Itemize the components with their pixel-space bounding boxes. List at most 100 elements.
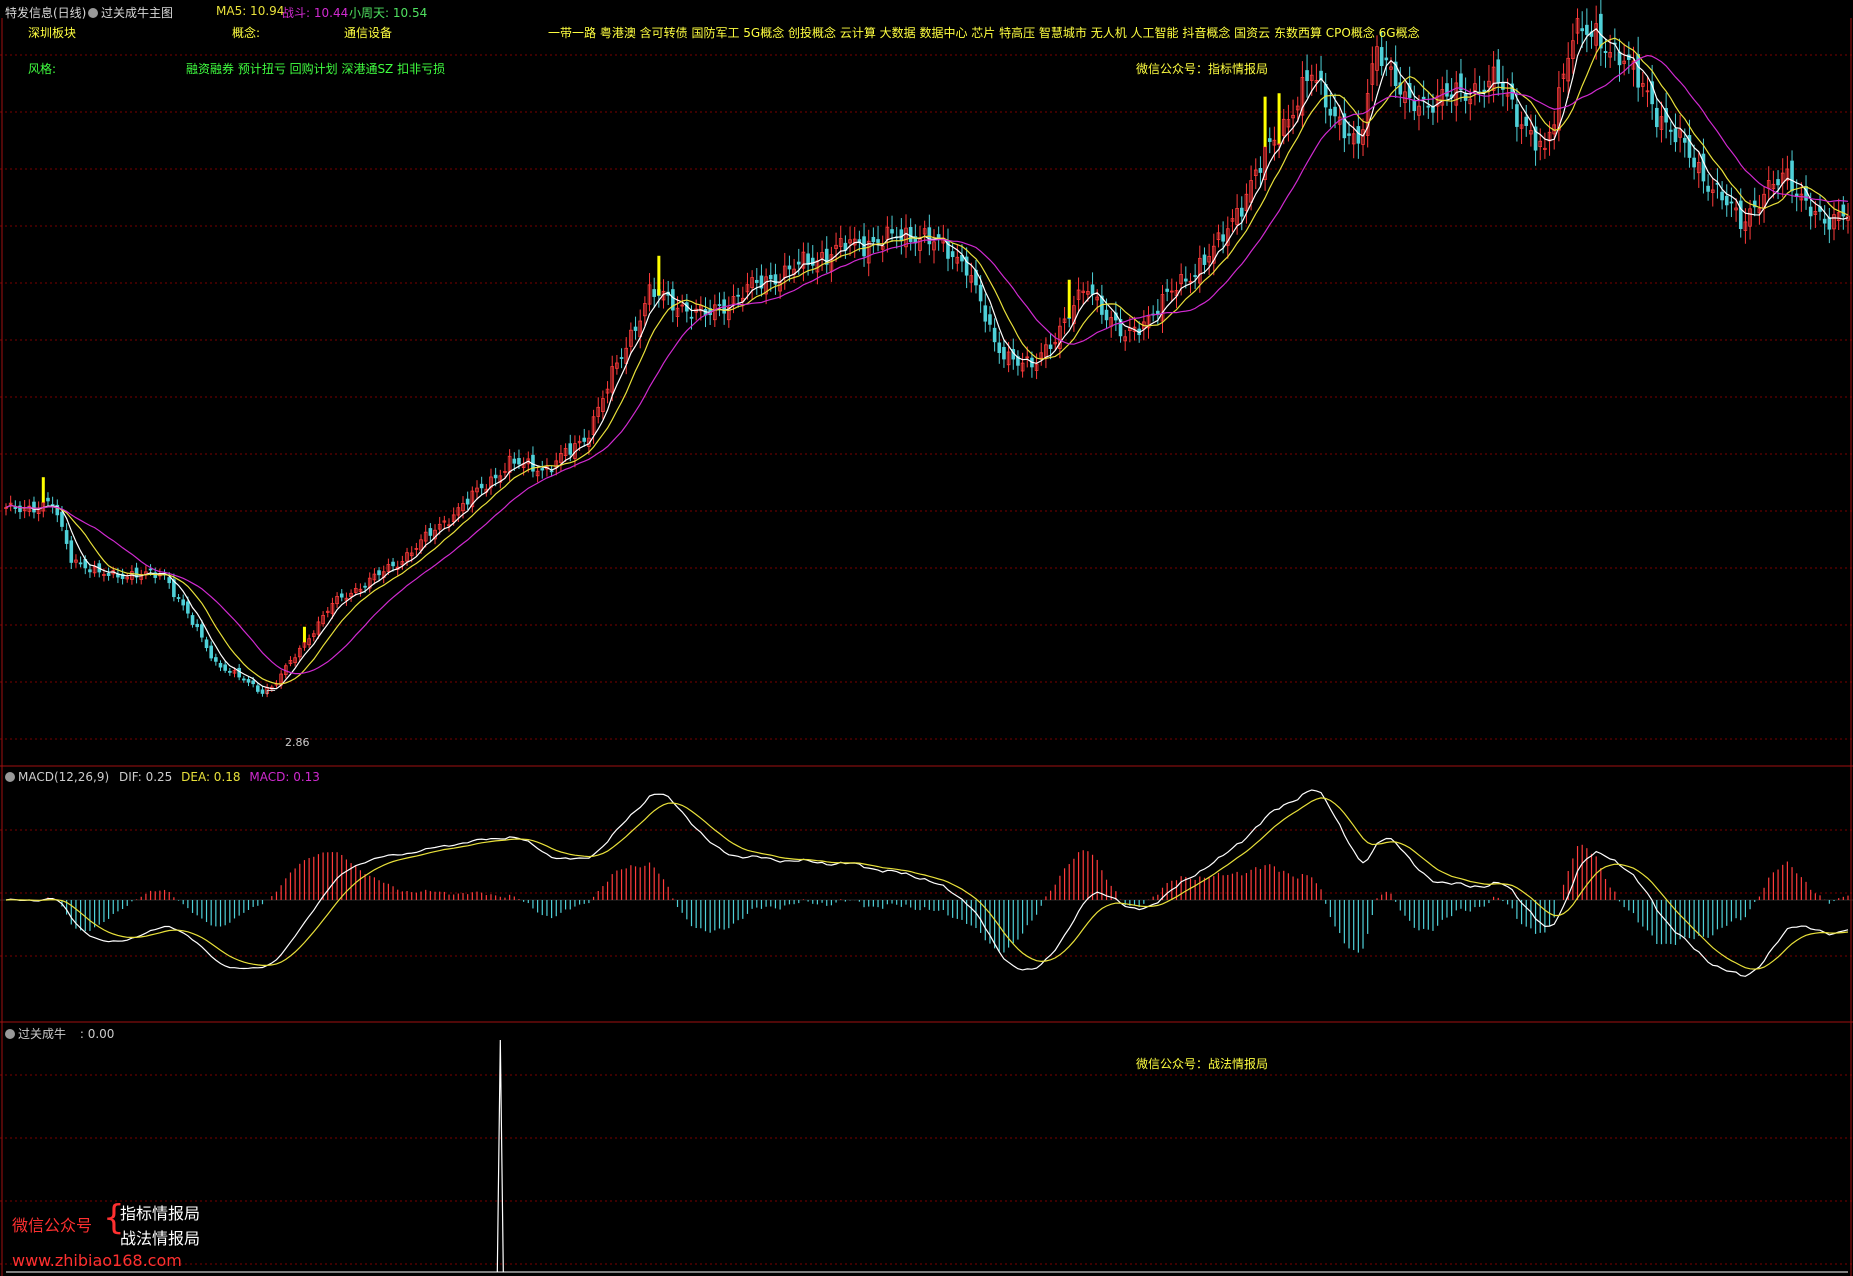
candle	[1841, 204, 1846, 217]
candle	[1776, 179, 1780, 186]
ggcn-spike	[496, 1039, 504, 1273]
candle	[1048, 344, 1053, 349]
candle	[214, 657, 218, 662]
macd-header[interactable]: MACD(12,26,9) DIF: 0.25 DEA: 0.18 MACD: …	[5, 770, 320, 784]
candle	[167, 577, 172, 584]
ggcn-header[interactable]: 过关成牛 : 0.00	[5, 1025, 114, 1042]
wechat-main: 微信公众号：指标情报局	[1136, 62, 1269, 76]
macd-panel[interactable]	[0, 789, 1853, 977]
signal-bar	[41, 477, 45, 503]
candle	[428, 528, 433, 536]
candle	[1706, 185, 1710, 192]
candle	[862, 236, 866, 257]
candle	[1827, 217, 1832, 230]
candle	[540, 468, 545, 471]
candle	[1384, 57, 1389, 61]
candle	[1738, 200, 1743, 230]
candle	[978, 284, 983, 302]
dea-line	[5, 797, 1849, 970]
candle	[1421, 96, 1426, 100]
candle	[200, 624, 204, 638]
candle	[1258, 168, 1263, 173]
candle	[549, 470, 554, 473]
style-key: 风格:	[28, 62, 57, 76]
candle	[339, 593, 344, 598]
candle	[950, 251, 955, 258]
candle	[1720, 191, 1724, 201]
ma20-line	[5, 54, 1849, 675]
indicator-name: 过关成牛主图	[101, 6, 174, 20]
candle	[1445, 83, 1449, 97]
ggcn-name: 过关成牛	[18, 1027, 67, 1041]
candle	[106, 572, 111, 576]
candle	[204, 639, 209, 649]
candle	[64, 530, 69, 544]
ma5-readout: MA5: 10.94	[216, 4, 285, 18]
candle	[871, 236, 876, 243]
candle	[689, 316, 694, 319]
candle	[512, 458, 517, 464]
macd-name: MACD(12,26,9)	[18, 770, 110, 784]
candle	[60, 511, 64, 527]
stock-title: 特发信息(日线)	[5, 6, 87, 20]
dif-line	[5, 789, 1849, 977]
chart-area[interactable]	[0, 0, 1853, 1276]
macd-readout: MACD: 0.13	[249, 770, 320, 784]
candle	[218, 662, 223, 668]
candle	[1515, 104, 1519, 127]
candle	[810, 257, 815, 266]
candle	[1496, 59, 1501, 83]
candle	[1104, 309, 1109, 321]
ma5-line	[5, 27, 1849, 690]
candle	[377, 570, 381, 576]
dif-readout: DIF: 0.25	[118, 770, 173, 784]
candle	[1790, 160, 1794, 192]
candle	[806, 253, 810, 265]
candle	[1729, 201, 1734, 204]
candle	[1356, 126, 1361, 144]
watermark-prefix: 微信公众号	[12, 1216, 93, 1235]
candle	[1426, 105, 1431, 108]
candle	[1724, 195, 1729, 206]
candle	[251, 680, 255, 685]
ma10-line	[5, 37, 1849, 685]
candle	[190, 615, 195, 625]
candle	[363, 585, 367, 588]
candle	[465, 498, 470, 505]
candle	[582, 437, 587, 442]
xiaozhoutian-readout: 小周天: 10.54	[349, 6, 428, 20]
candle	[652, 289, 656, 297]
candle	[1333, 106, 1337, 117]
candle	[754, 279, 759, 283]
ggcn-value: : 0.00	[79, 1027, 115, 1041]
low-price-label: 2.86	[285, 736, 310, 749]
dea-readout: DEA: 0.18	[181, 770, 241, 784]
candle	[195, 623, 199, 628]
gear-icon[interactable]	[5, 772, 15, 782]
candle	[1585, 24, 1589, 35]
gear-icon[interactable]	[88, 8, 98, 18]
candle	[223, 664, 227, 671]
candle	[796, 261, 801, 265]
candle	[1580, 28, 1584, 32]
candle	[1655, 107, 1659, 128]
indicator-selector[interactable]: 过关成牛主图	[88, 4, 173, 21]
watermark-line2: 战法情报局	[120, 1229, 201, 1248]
candle	[633, 326, 638, 331]
candle	[992, 327, 997, 343]
candle	[1412, 99, 1417, 112]
candle	[1202, 254, 1207, 265]
candle	[237, 667, 241, 678]
candle	[1267, 138, 1272, 142]
style-value: 融资融券 预计扭亏 回购计划 深港通SZ 扣非亏损	[186, 62, 446, 76]
candle	[1617, 51, 1622, 66]
candle	[391, 561, 395, 567]
candle	[787, 265, 792, 270]
signal-bar	[1277, 93, 1281, 144]
candle	[908, 226, 913, 243]
candle	[988, 314, 992, 325]
candle	[1328, 108, 1333, 116]
candle	[256, 685, 260, 692]
price-panel[interactable]	[4, 0, 1850, 698]
gear-icon[interactable]	[5, 1029, 15, 1039]
